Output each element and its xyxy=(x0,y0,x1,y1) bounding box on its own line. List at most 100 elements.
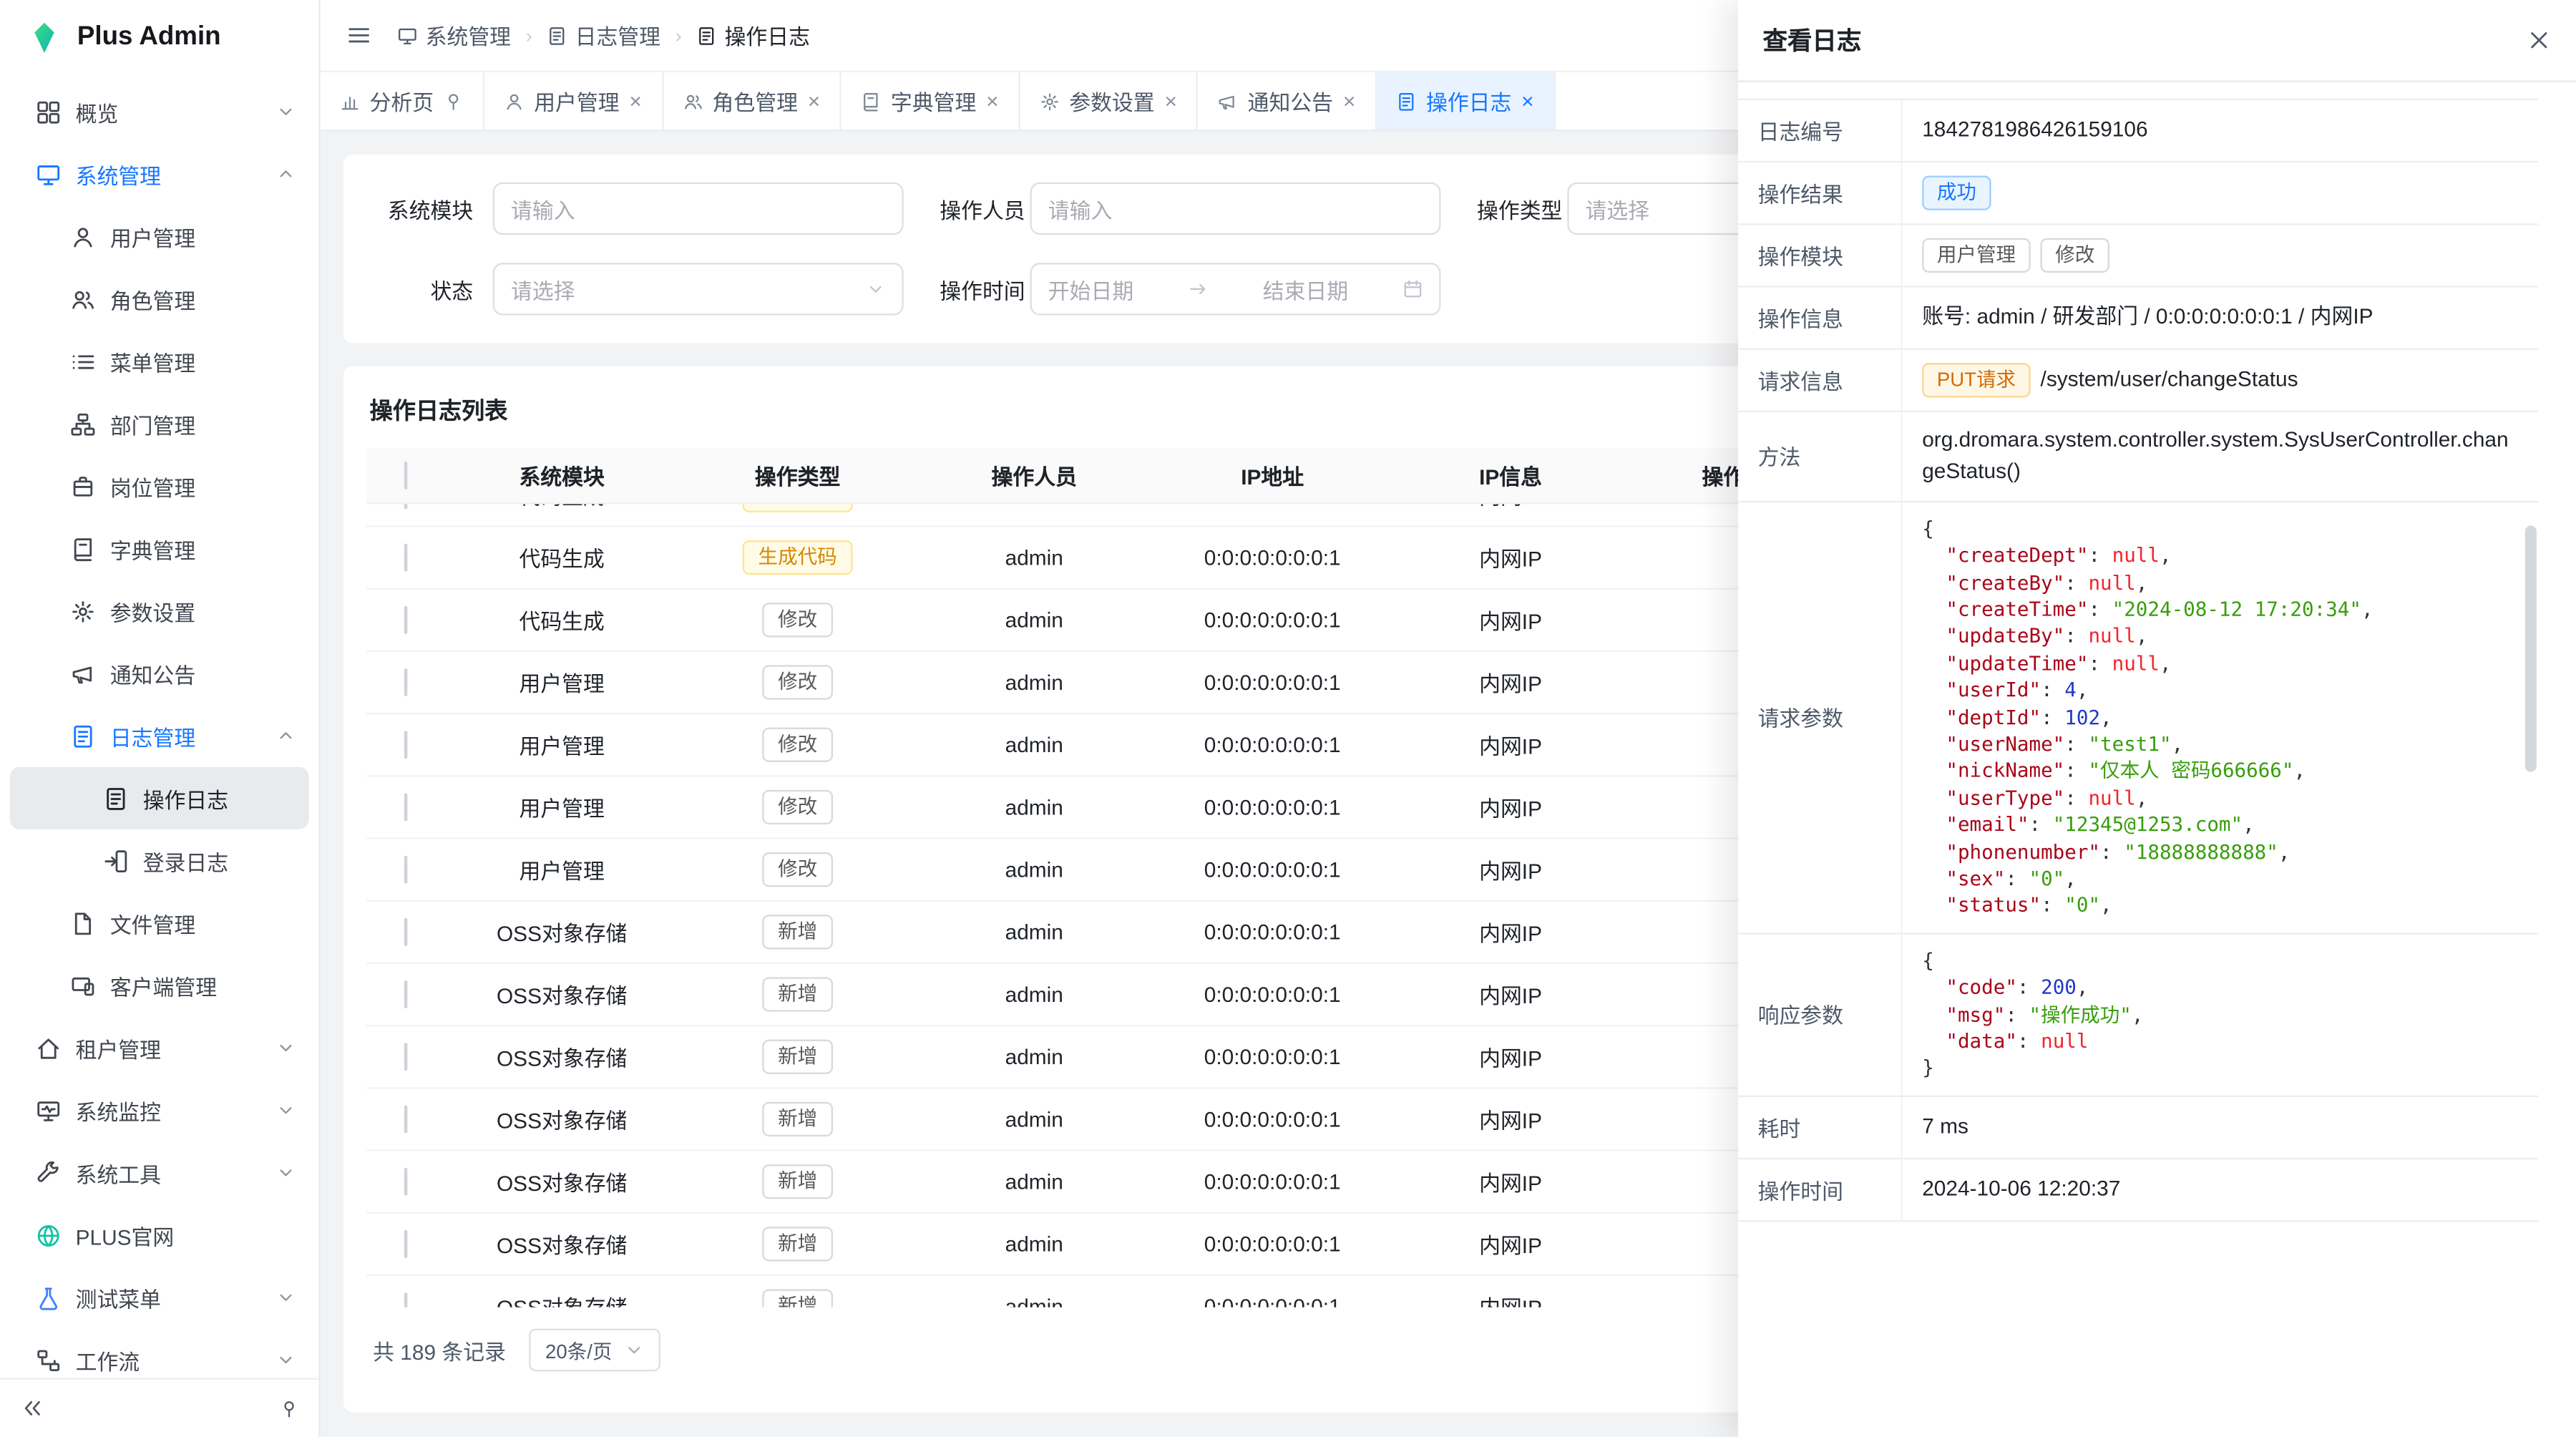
gear-icon xyxy=(71,598,95,623)
sidebar-item-label: 通知公告 xyxy=(110,658,296,689)
row-checkbox[interactable] xyxy=(404,544,408,572)
chevron-up-icon xyxy=(276,164,296,184)
tab-close-icon[interactable]: × xyxy=(1521,90,1533,112)
tab-close-icon[interactable]: × xyxy=(629,90,641,112)
sidebar-item[interactable]: 租户管理 xyxy=(10,1017,309,1079)
cell-operator: admin xyxy=(917,608,1151,632)
row-checkbox[interactable] xyxy=(404,980,408,1008)
cell-module: 用户管理 xyxy=(445,854,678,885)
tab-close-icon[interactable]: × xyxy=(1343,90,1355,112)
filter-label: 系统模块 xyxy=(370,193,493,225)
collapse-sidebar-icon[interactable] xyxy=(20,1396,44,1421)
operation-type-badge: 新增 xyxy=(763,1040,831,1074)
tab-item[interactable]: 角色管理 × xyxy=(663,72,841,130)
app-logo: Plus Admin xyxy=(0,0,318,76)
sidebar-item-label: 概览 xyxy=(76,96,261,127)
sidebar-item[interactable]: 部门管理 xyxy=(10,392,309,454)
sidebar-item[interactable]: 操作日志 xyxy=(10,767,309,829)
sidebar-item[interactable]: 概览 xyxy=(10,80,309,142)
row-checkbox[interactable] xyxy=(404,1043,408,1071)
book-icon xyxy=(862,91,882,111)
tab-item[interactable]: 字典管理× xyxy=(841,72,1020,130)
breadcrumb-item[interactable]: 系统管理 xyxy=(398,20,511,52)
filter-text-input[interactable]: 请输入 xyxy=(493,182,904,235)
sidebar-item[interactable]: 系统管理 xyxy=(10,143,309,205)
hamburger-icon[interactable] xyxy=(346,23,371,47)
detail-label: 响应参数 xyxy=(1738,934,1903,1095)
row-checkbox[interactable] xyxy=(404,1230,408,1258)
sidebar-item[interactable]: 参数设置 xyxy=(10,580,309,642)
cell-ip: 0:0:0:0:0:0:0:1 xyxy=(1151,982,1392,1006)
cell-type: 新增 xyxy=(678,1227,917,1261)
breadcrumb-item[interactable]: 操作日志 xyxy=(697,20,810,52)
filter-field: 状态请选择 xyxy=(370,263,904,315)
row-checkbox[interactable] xyxy=(404,505,408,510)
sidebar-item[interactable]: 登录日志 xyxy=(10,829,309,892)
row-checkbox[interactable] xyxy=(404,606,408,634)
status-badge: 成功 xyxy=(1922,176,1991,210)
row-checkbox[interactable] xyxy=(404,856,408,884)
close-icon[interactable] xyxy=(2527,28,2551,52)
filter-daterange[interactable]: 开始日期结束日期 xyxy=(1030,263,1441,315)
row-checkbox[interactable] xyxy=(404,1105,408,1133)
tab-close-icon[interactable]: × xyxy=(1164,90,1176,112)
file-icon xyxy=(71,911,95,935)
filter-select[interactable]: 请选择 xyxy=(493,263,904,315)
sidebar-item[interactable]: 客户端管理 xyxy=(10,954,309,1016)
breadcrumb-item[interactable]: 日志管理 xyxy=(547,20,660,52)
sidebar-item[interactable]: 文件管理 xyxy=(10,892,309,954)
tab-item[interactable]: 分析页 xyxy=(321,72,485,130)
row-checkbox-cell xyxy=(366,545,445,570)
drawer-header: 查看日志 xyxy=(1738,0,2576,82)
row-checkbox[interactable] xyxy=(404,1168,408,1196)
detail-label: 操作模块 xyxy=(1738,225,1903,286)
tab-item[interactable]: 通知公告 × xyxy=(1199,72,1377,130)
tab-pin-icon[interactable] xyxy=(444,91,464,111)
tab-label: 通知公告 xyxy=(1248,85,1333,117)
sidebar-item[interactable]: 用户管理 xyxy=(10,205,309,268)
row-checkbox[interactable] xyxy=(404,1292,408,1307)
cell-ip: 0:0:0:0:0:0:0:1 xyxy=(1151,1232,1392,1256)
sidebar-item[interactable]: 角色管理 xyxy=(10,268,309,330)
sidebar-item[interactable]: 菜单管理 xyxy=(10,330,309,392)
filter-text-input[interactable]: 请输入 xyxy=(1030,182,1441,235)
tab-item[interactable]: 参数设置× xyxy=(1020,72,1198,130)
sidebar-item[interactable]: PLUS官网 xyxy=(10,1204,309,1266)
chevron-down-icon xyxy=(276,1101,296,1121)
sidebar-item[interactable]: 系统监控 xyxy=(10,1079,309,1141)
scrollbar-thumb[interactable] xyxy=(2525,525,2537,771)
column-header: 操作类型 xyxy=(678,460,917,492)
operation-type-badge: 新增 xyxy=(763,977,831,1011)
tab-close-icon[interactable]: × xyxy=(986,90,998,112)
row-checkbox[interactable] xyxy=(404,918,408,946)
pin-sidebar-icon[interactable] xyxy=(279,1398,299,1418)
tab-label: 角色管理 xyxy=(713,85,798,117)
sidebar-item[interactable]: 字典管理 xyxy=(10,517,309,580)
cell-ip: 0:0:0:0:0:0:0:1 xyxy=(1151,857,1392,882)
sidebar-item[interactable]: 岗位管理 xyxy=(10,455,309,517)
cell-type: 新增 xyxy=(678,1289,917,1307)
page-size-select[interactable]: 20条/页 xyxy=(529,1329,660,1372)
logo-icon xyxy=(26,20,63,56)
sidebar-item[interactable]: 测试菜单 xyxy=(10,1266,309,1328)
sidebar-item-label: 操作日志 xyxy=(143,783,296,814)
tab-label: 分析页 xyxy=(370,85,434,117)
sidebar-item[interactable]: 通知公告 xyxy=(10,642,309,704)
sidebar-item[interactable]: 日志管理 xyxy=(10,705,309,767)
tab-close-icon[interactable]: × xyxy=(808,90,820,112)
row-checkbox[interactable] xyxy=(404,731,408,759)
menu-icon xyxy=(71,349,95,374)
cell-ip-info: 内网IP xyxy=(1393,1041,1628,1073)
cell-module: OSS对象存储 xyxy=(445,1291,678,1307)
sidebar-item-label: 岗位管理 xyxy=(110,470,296,502)
detail-value: 成功 xyxy=(1903,162,2539,223)
daterange-start-placeholder: 开始日期 xyxy=(1048,273,1133,305)
sidebar-item[interactable]: 工作流 xyxy=(10,1329,309,1378)
tab-item[interactable]: 用户管理× xyxy=(484,72,663,130)
row-checkbox[interactable] xyxy=(404,793,408,821)
tab-active[interactable]: 操作日志× xyxy=(1377,72,1555,130)
row-checkbox[interactable] xyxy=(404,668,408,696)
select-all-checkbox[interactable] xyxy=(404,462,408,489)
view-log-drawer: 查看日志 日志编号1842781986426159106操作结果成功操作模块用户… xyxy=(1738,0,2576,1437)
sidebar-item[interactable]: 系统工具 xyxy=(10,1141,309,1204)
